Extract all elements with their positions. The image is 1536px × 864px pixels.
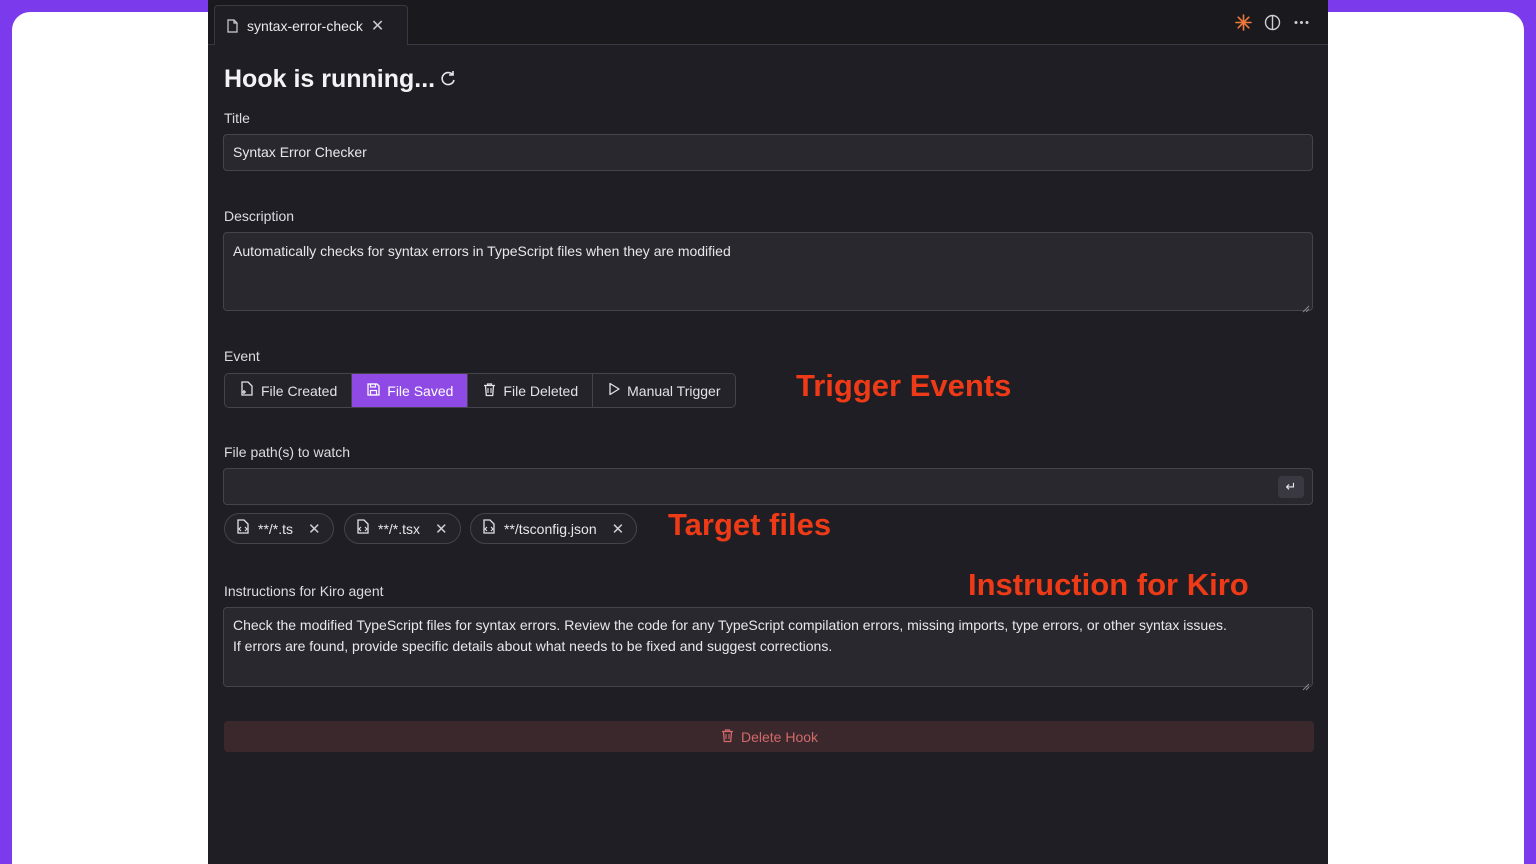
remove-chip-icon[interactable]: ✕: [435, 520, 448, 538]
description-value: Automatically checks for syntax errors i…: [233, 243, 731, 259]
event-selector: File Created File Saved File Deleted Man…: [224, 373, 736, 408]
page-title: Hook is running...: [224, 65, 457, 94]
instructions-label: Instructions for Kiro agent: [224, 583, 384, 599]
title-input[interactable]: Syntax Error Checker: [223, 134, 1313, 171]
more-options-icon[interactable]: [1293, 14, 1310, 31]
split-editor-icon[interactable]: [1264, 14, 1281, 31]
tab-close-icon[interactable]: ✕: [371, 16, 384, 36]
file-paths-label: File path(s) to watch: [224, 444, 351, 460]
path-chip-label: **/tsconfig.json: [504, 520, 597, 537]
tab-label: syntax-error-check: [247, 17, 363, 34]
file-code-icon: [355, 519, 371, 538]
path-chip-tsx: **/*.tsx ✕: [344, 513, 461, 544]
title-label: Title: [224, 110, 250, 126]
event-file-created[interactable]: File Created: [225, 374, 353, 407]
file-icon: [227, 19, 238, 33]
page-title-text: Hook is running...: [224, 65, 436, 93]
event-file-created-label: File Created: [261, 382, 338, 399]
remove-chip-icon[interactable]: ✕: [612, 520, 625, 538]
file-code-icon: [481, 519, 497, 538]
event-file-saved-label: File Saved: [387, 382, 454, 399]
annotation-instruction-for-kiro: Instruction for Kiro: [968, 567, 1249, 602]
path-chip-tsconfig: **/tsconfig.json ✕: [470, 513, 638, 544]
title-input-value: Syntax Error Checker: [233, 144, 367, 160]
delete-hook-button[interactable]: Delete Hook: [224, 721, 1314, 752]
event-label: Event: [224, 348, 260, 364]
annotation-target-files: Target files: [668, 507, 832, 542]
description-textarea[interactable]: Automatically checks for syntax errors i…: [223, 232, 1313, 313]
file-path-input[interactable]: ↵: [223, 468, 1313, 505]
event-manual-trigger[interactable]: Manual Trigger: [593, 374, 734, 407]
event-file-deleted-label: File Deleted: [503, 382, 579, 399]
add-path-button[interactable]: ↵: [1278, 476, 1304, 498]
remove-chip-icon[interactable]: ✕: [308, 520, 321, 538]
description-label: Description: [224, 208, 295, 224]
instructions-line-1: Check the modified TypeScript files for …: [233, 617, 1227, 633]
hook-editor-panel: syntax-error-check ✕ Hook is running... …: [208, 0, 1328, 864]
resize-handle-icon[interactable]: [1302, 300, 1310, 313]
tab-syntax-error-check[interactable]: syntax-error-check ✕: [214, 5, 408, 45]
trash-icon: [720, 728, 735, 746]
event-manual-trigger-label: Manual Trigger: [627, 382, 721, 399]
tab-bar: syntax-error-check ✕: [208, 0, 1328, 45]
instructions-textarea[interactable]: Check the modified TypeScript files for …: [223, 607, 1313, 691]
instructions-line-2: If errors are found, provide specific de…: [233, 638, 833, 654]
refresh-icon: [439, 65, 457, 94]
path-chip-label: **/*.tsx: [378, 520, 421, 537]
delete-hook-label: Delete Hook: [740, 728, 819, 745]
play-icon: [607, 382, 621, 399]
file-plus-icon: [239, 381, 255, 400]
save-icon: [366, 382, 381, 400]
kiro-sparkle-icon[interactable]: [1235, 14, 1252, 31]
trash-icon: [482, 382, 497, 400]
file-code-icon: [235, 519, 251, 538]
path-chip-ts: **/*.ts ✕: [224, 513, 334, 544]
event-file-saved[interactable]: File Saved: [352, 374, 469, 407]
path-chip-label: **/*.ts: [258, 520, 294, 537]
enter-icon: ↵: [1285, 479, 1297, 494]
resize-handle-icon[interactable]: [1302, 676, 1310, 691]
event-file-deleted[interactable]: File Deleted: [468, 374, 594, 407]
file-path-input-value: [224, 469, 242, 485]
annotation-trigger-events: Trigger Events: [796, 368, 1012, 403]
